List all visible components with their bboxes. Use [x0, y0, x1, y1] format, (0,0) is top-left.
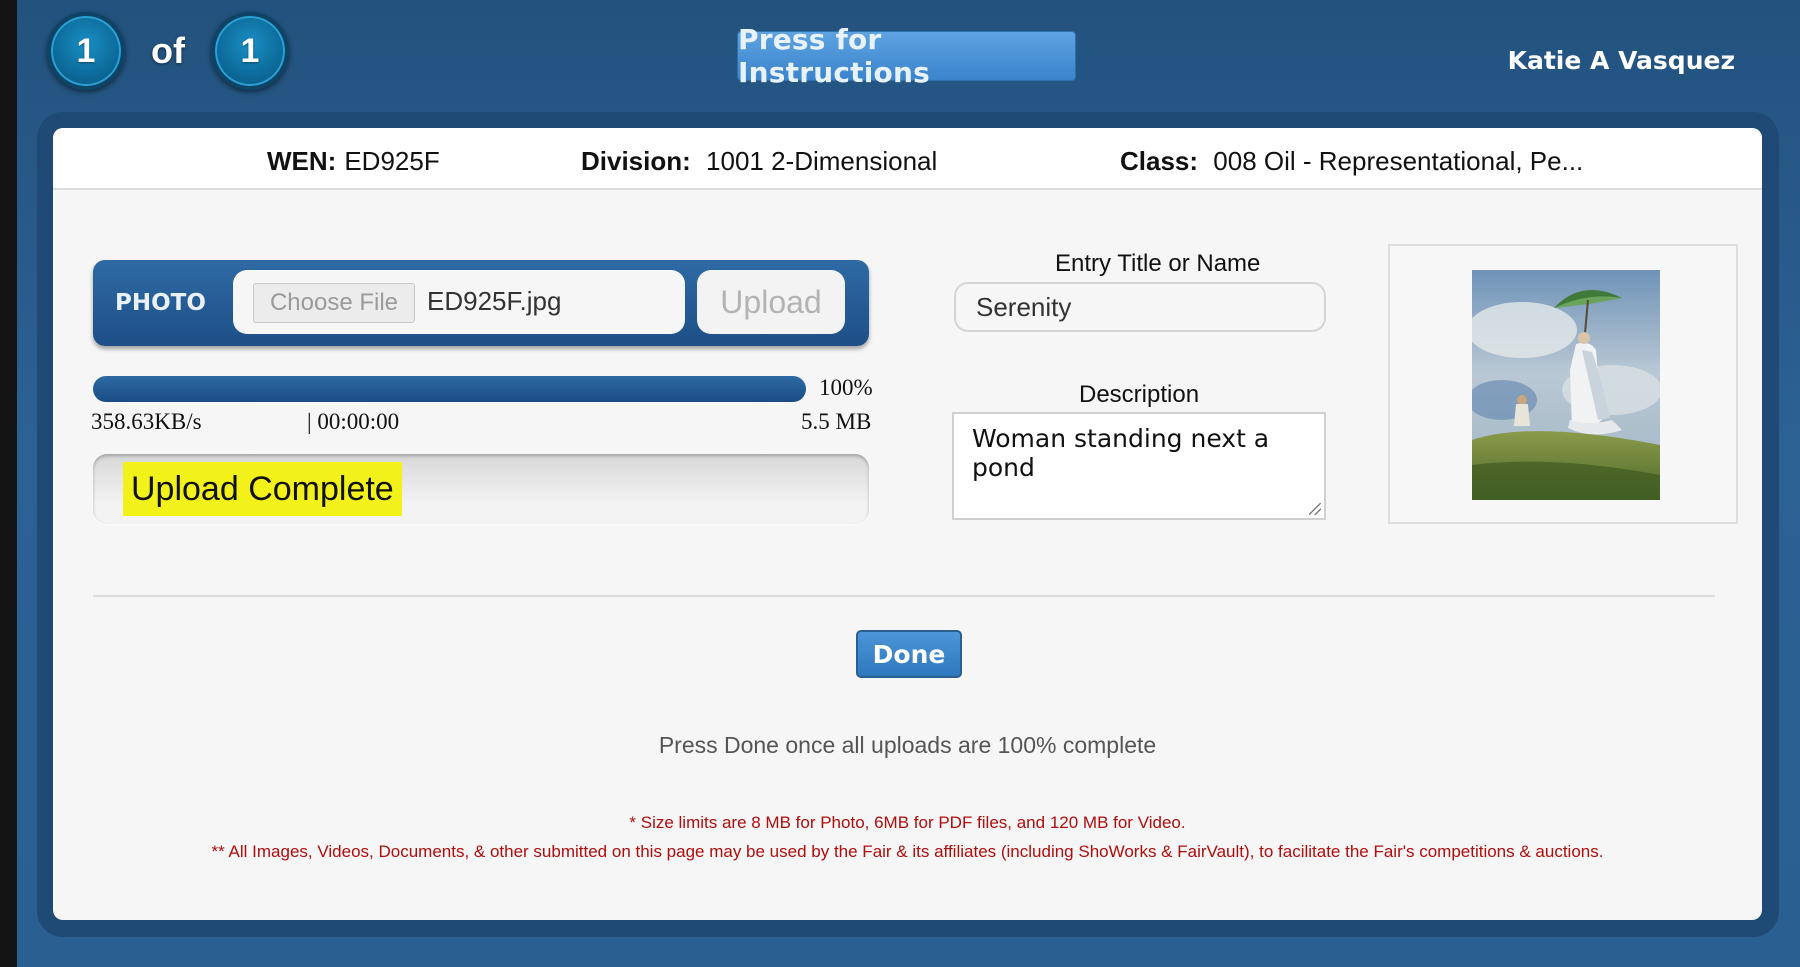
class-label: Class:	[1120, 146, 1199, 176]
size-limits-note: * Size limits are 8 MB for Photo, 6MB fo…	[629, 813, 1186, 832]
upload-button[interactable]: Upload	[697, 270, 845, 334]
selected-file-name: ED925F.jpg	[427, 286, 562, 316]
title-input[interactable]: Serenity	[954, 282, 1326, 332]
upload-status: Upload Complete	[123, 462, 402, 516]
instructions-button[interactable]: Press for Instructions	[737, 23, 1076, 89]
resize-grip-icon[interactable]	[1309, 503, 1321, 515]
photo-upload-bar: PHOTO Choose File ED925F.jpg Upload	[93, 260, 869, 346]
division-label: Division:	[581, 146, 691, 176]
wen-label: WEN:	[267, 146, 337, 176]
upload-file-size: 5.5 MB	[801, 409, 872, 434]
upload-progress-bar	[93, 376, 806, 402]
upload-speed: 358.63KB/s	[91, 409, 202, 434]
choose-file-button[interactable]: Choose File	[253, 283, 415, 323]
division-info: Division: 1001 2-Dimensional	[581, 146, 937, 177]
upload-elapsed-time: | 00:00:00	[307, 409, 400, 434]
file-input[interactable]: Choose File ED925F.jpg	[233, 270, 685, 334]
title-label: Entry Title or Name	[1055, 250, 1261, 277]
photo-label: PHOTO	[115, 290, 206, 316]
page-background: 1 of 1 Press for Instructions Katie A Va…	[17, 0, 1800, 967]
entry-info-row: WEN: ED925F Division: 1001 2-Dimensional …	[53, 128, 1762, 190]
total-count-badge: 1	[210, 12, 289, 90]
photo-preview	[1388, 244, 1738, 524]
description-textarea[interactable]: Woman standing next a pond	[952, 412, 1326, 520]
current-index-badge: 1	[47, 12, 125, 90]
progress-percent: 100%	[819, 375, 873, 400]
divider	[93, 595, 1715, 597]
class-value: 008 Oil - Representational, Pe...	[1213, 146, 1584, 176]
entry-counter: 1 of 1	[47, 12, 289, 90]
division-value: 1001 2-Dimensional	[706, 146, 938, 176]
usage-notice: ** All Images, Videos, Documents, & othe…	[211, 842, 1604, 861]
upload-progress-fill	[93, 376, 806, 402]
painting-thumbnail-icon	[1472, 270, 1660, 500]
description-text: Woman standing next a pond	[972, 424, 1270, 482]
wen-value: ED925F	[344, 146, 440, 176]
description-label: Description	[1079, 381, 1200, 408]
upload-status-box: Upload Complete	[93, 454, 869, 524]
done-button[interactable]: Done	[856, 630, 962, 678]
done-hint: Press Done once all uploads are 100% com…	[658, 732, 1157, 758]
of-label: of	[151, 30, 185, 71]
wen-info: WEN: ED925F	[267, 146, 440, 177]
class-info: Class: 008 Oil - Representational, Pe...	[1120, 146, 1583, 177]
top-bar: 1 of 1 Press for Instructions Katie A Va…	[17, 0, 1800, 110]
upload-panel: WEN: ED925F Division: 1001 2-Dimensional …	[53, 128, 1762, 920]
user-name: Katie A Vasquez	[1507, 46, 1735, 75]
